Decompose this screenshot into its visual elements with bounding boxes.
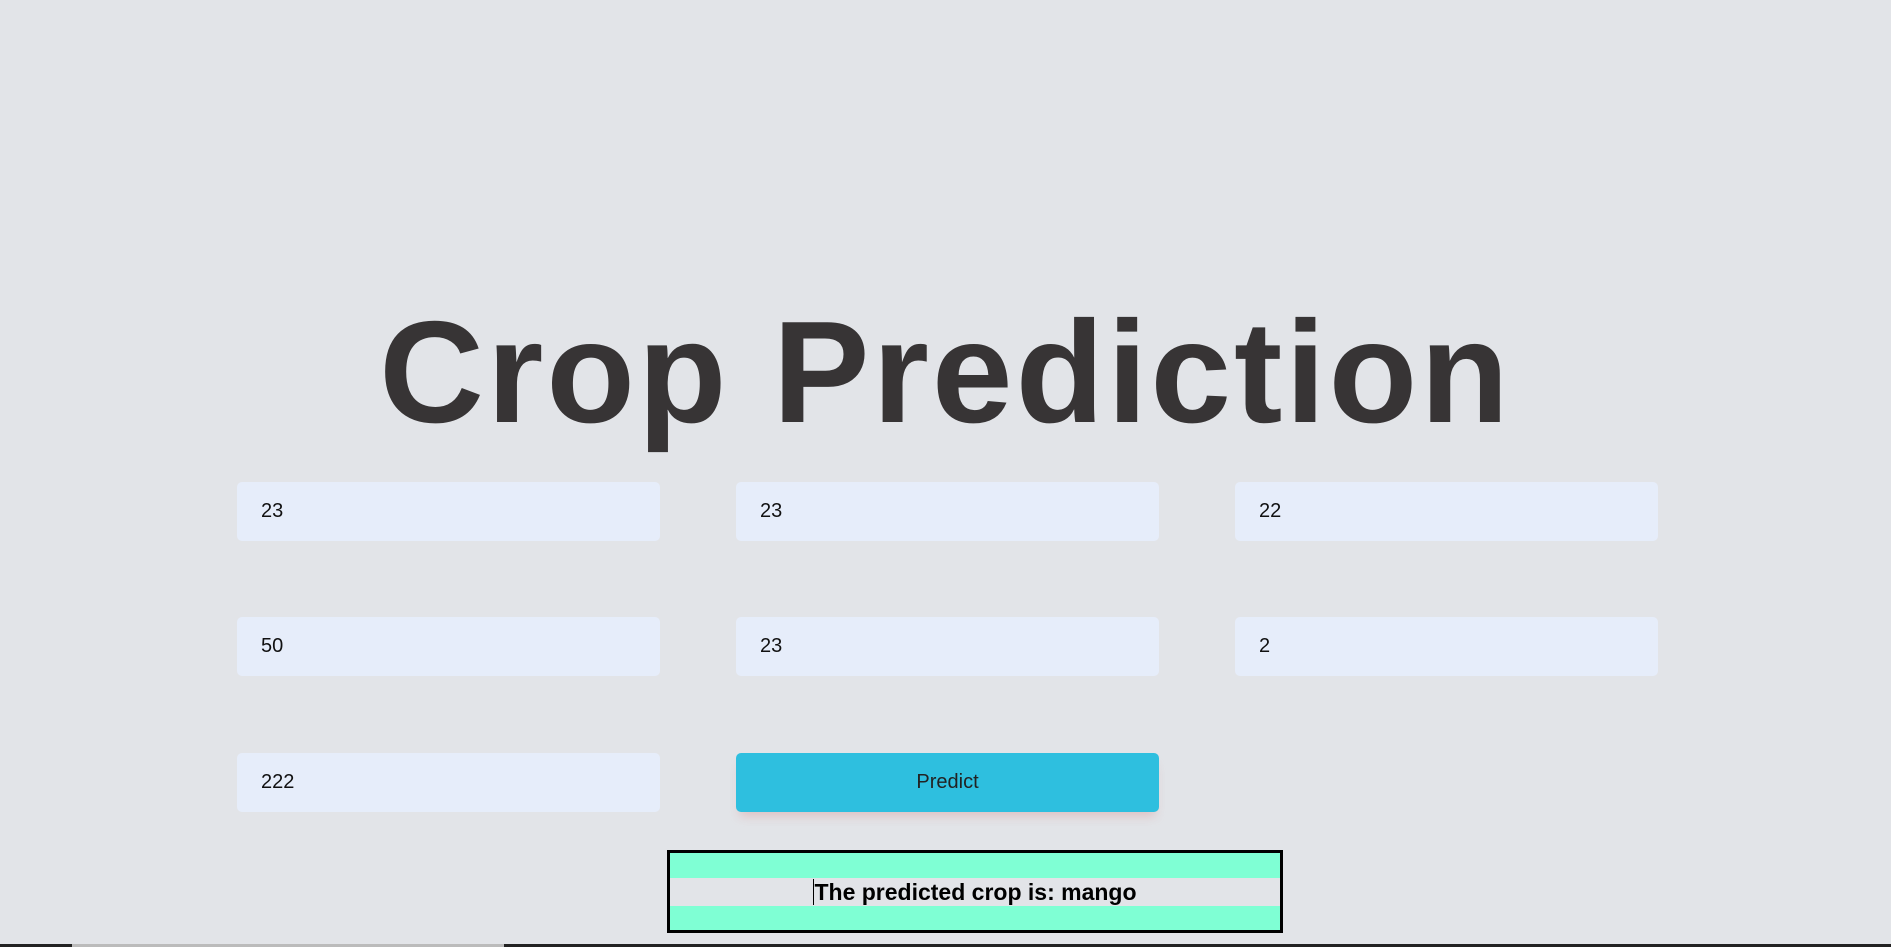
result-box: The predicted crop is: mango: [667, 850, 1283, 933]
input-field-7[interactable]: [237, 753, 660, 812]
input-field-3[interactable]: [1235, 482, 1658, 541]
input-field-4[interactable]: [237, 617, 660, 676]
input-field-1[interactable]: [237, 482, 660, 541]
input-field-2[interactable]: [736, 482, 1159, 541]
page-title: Crop Prediction: [379, 291, 1512, 454]
input-field-5[interactable]: [736, 617, 1159, 676]
result-text: The predicted crop is: mango: [813, 879, 1137, 905]
crop-prediction-page: Crop Prediction Predict The predicted cr…: [0, 0, 1891, 947]
input-field-6[interactable]: [1235, 617, 1658, 676]
predict-button[interactable]: Predict: [736, 753, 1159, 812]
result-band: The predicted crop is: mango: [670, 878, 1280, 906]
